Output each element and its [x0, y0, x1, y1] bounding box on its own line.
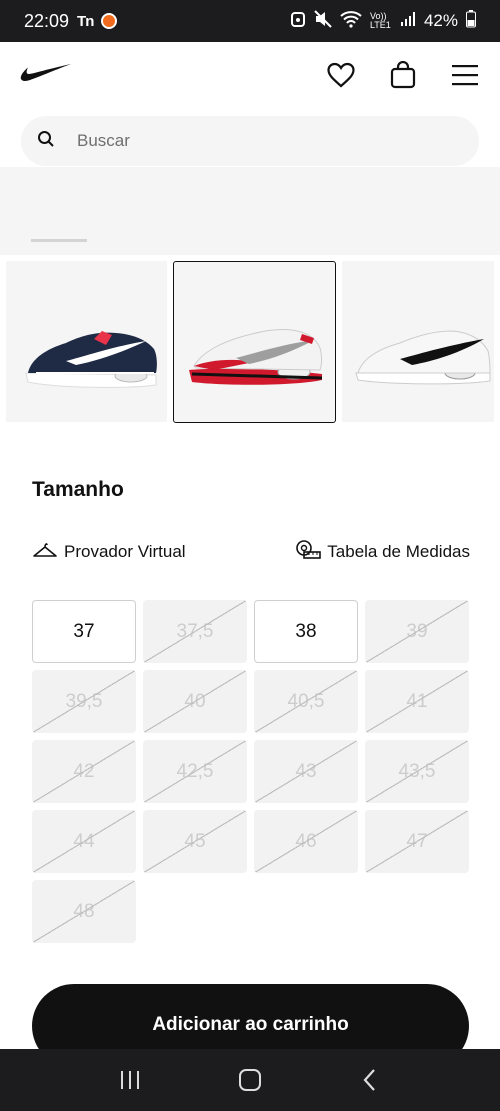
color-variant-thumbnail[interactable]	[342, 261, 494, 422]
size-option-unavailable: 42,5	[143, 740, 247, 803]
measuring-tape-icon	[295, 539, 322, 566]
virtual-fitting-label: Provador Virtual	[64, 542, 186, 561]
network-label: Vo)) LTE1	[369, 11, 391, 30]
mute-icon	[314, 9, 332, 33]
size-option-unavailable: 45	[143, 810, 247, 873]
alarm-icon	[290, 10, 306, 33]
size-option-unavailable: 39,5	[32, 670, 136, 733]
size-option-available[interactable]: 37	[32, 600, 136, 663]
carrier-badge: Tn	[77, 12, 94, 30]
battery-percent: 42%	[423, 11, 458, 30]
sneaker-navy-image	[25, 331, 157, 388]
size-option-unavailable: 41	[365, 670, 469, 733]
size-option-unavailable: 46	[254, 810, 358, 873]
size-grid: 37 37,5 38 39 39,5 40 40,5 41 42 42,5 43…	[32, 600, 469, 943]
battery-icon	[466, 9, 476, 33]
size-option-available[interactable]: 38	[254, 600, 358, 663]
system-navigation-bar	[0, 1049, 500, 1111]
wifi-icon	[340, 10, 362, 33]
size-chart-link[interactable]: Tabela de Medidas	[295, 539, 470, 566]
signal-icon	[400, 11, 416, 32]
search-input[interactable]	[77, 131, 437, 151]
nike-logo-icon[interactable]	[20, 63, 72, 88]
size-option-unavailable: 47	[365, 810, 469, 873]
shopping-bag-icon[interactable]	[388, 60, 418, 90]
hanger-icon	[32, 541, 58, 564]
color-variant-thumbnail[interactable]	[6, 261, 167, 422]
size-option-unavailable: 44	[32, 810, 136, 873]
size-option-unavailable: 42	[32, 740, 136, 803]
status-time: 22:09	[24, 10, 70, 31]
status-bar: 22:09 Tn Vo)) LTE1 42%	[0, 0, 500, 42]
recent-apps-icon[interactable]	[110, 1060, 150, 1100]
app-notification-icon	[101, 13, 118, 29]
search-bar[interactable]	[21, 116, 479, 166]
sneaker-white-black-image	[355, 330, 491, 385]
size-option-unavailable: 37,5	[143, 600, 247, 663]
home-icon[interactable]	[230, 1060, 270, 1100]
size-option-unavailable: 39	[365, 600, 469, 663]
color-variant-list	[0, 261, 500, 423]
menu-icon[interactable]	[450, 60, 480, 90]
size-option-unavailable: 43	[254, 740, 358, 803]
size-tools-row: Provador Virtual Tabela de Medidas	[32, 536, 470, 568]
size-option-unavailable: 40,5	[254, 670, 358, 733]
product-image-carousel[interactable]	[0, 167, 500, 255]
color-variant-thumbnail-selected[interactable]	[173, 261, 336, 423]
favorites-heart-icon[interactable]	[326, 60, 356, 90]
size-option-unavailable: 43,5	[365, 740, 469, 803]
carousel-indicator	[31, 239, 87, 242]
back-icon[interactable]	[350, 1060, 390, 1100]
search-icon[interactable]	[37, 130, 55, 153]
virtual-fitting-link[interactable]: Provador Virtual	[32, 541, 186, 564]
size-chart-label: Tabela de Medidas	[327, 542, 470, 561]
size-option-unavailable: 40	[143, 670, 247, 733]
size-option-unavailable: 48	[32, 880, 136, 943]
sneaker-white-red-image	[189, 329, 323, 385]
size-section-title: Tamanho	[32, 478, 124, 501]
app-header	[0, 42, 500, 108]
